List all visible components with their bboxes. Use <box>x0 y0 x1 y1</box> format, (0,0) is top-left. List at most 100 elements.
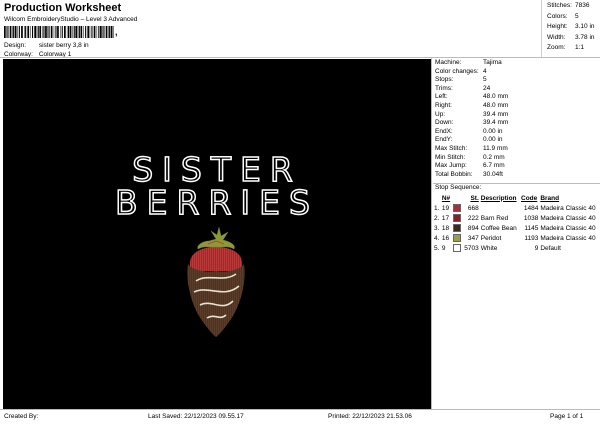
col-description: Description <box>480 194 517 202</box>
barcode-bar <box>105 26 108 38</box>
page-title: Production Worksheet <box>4 2 122 14</box>
stats-divider <box>541 0 542 57</box>
info-row: Machine: Tajima <box>435 59 502 66</box>
col-stitches: St. <box>470 194 479 202</box>
row-code: 1145 <box>524 224 539 232</box>
barcode-bar <box>96 26 98 38</box>
col-needle: N# <box>441 194 451 202</box>
info-row: Up: 39.4 mm <box>435 110 509 118</box>
barcode-bar <box>12 26 13 38</box>
strawberry-graphic <box>187 226 245 337</box>
row-description: Barn Red <box>480 214 509 222</box>
row-stitches: 222 <box>467 214 479 222</box>
barcode-bar <box>61 26 63 38</box>
barcode-bar <box>14 26 17 38</box>
barcode-bar <box>85 26 87 38</box>
barcode-bar <box>53 26 55 38</box>
barcode-bar <box>93 26 96 38</box>
row-index: 4. <box>434 234 440 242</box>
info-row: Left: 48.0 mm <box>435 93 509 101</box>
barcode-bar <box>50 26 53 38</box>
table-row: 3. 18 894 Coffee Bean 1145 Madeira Classic 40 <box>433 223 600 233</box>
strawberry-red-top <box>189 247 243 271</box>
row-code: 1193 <box>524 234 539 242</box>
row-brand: Madeira Classic 40 <box>540 224 596 232</box>
barcode-bar <box>91 26 93 38</box>
barcode-bar <box>102 26 103 38</box>
row-code: 9 <box>534 244 539 252</box>
design-text-berries: BERRIES <box>115 183 319 222</box>
color-swatch <box>452 244 461 252</box>
barcode-bar <box>21 26 23 38</box>
row-needle: 16 <box>441 234 450 242</box>
barcode-bar <box>9 26 12 38</box>
row-stitches: 347 <box>467 234 479 242</box>
barcode-bar <box>73 26 75 38</box>
stat-width: Width: 3.78 in <box>547 33 595 41</box>
stats-panel: Stitches: 7836 Colors: 5 Height: 3.10 in Wi… <box>544 2 600 55</box>
panel-divider <box>431 57 432 409</box>
barcode-bar <box>80 26 83 38</box>
row-brand: Madeira Classic 40 <box>540 234 596 242</box>
footer-divider <box>0 409 600 410</box>
design-artwork: SISTER BERRIES <box>114 149 319 337</box>
table-row: 1. 19 668 1484 Madeira Classic 40 <box>433 203 600 213</box>
row-description <box>480 203 520 213</box>
row-needle: 18 <box>441 224 450 232</box>
row-needle: 9 <box>441 244 446 252</box>
software-subtitle: Wilcom EmbroideryStudio – Level 3 Advanc… <box>4 16 138 23</box>
color-swatch <box>452 214 461 222</box>
table-row: 4. 16 347 Peridot 1193 Madeira Classic 40 <box>433 233 600 243</box>
last-saved: Last Saved: 22/12/2023 09.55.17 <box>148 413 244 420</box>
barcode-bar <box>72 26 73 38</box>
row-index: 1. <box>434 204 440 212</box>
barcode-bar <box>32 26 34 38</box>
barcode-bar <box>98 26 100 38</box>
barcode-bar <box>45 26 47 38</box>
info-row: Trims: 24 <box>435 84 491 92</box>
barcode-bar <box>69 26 72 38</box>
barcode-bar <box>83 26 84 38</box>
color-swatch <box>452 224 461 232</box>
col-index <box>433 193 441 203</box>
stop-sequence-title: Stop Sequence: <box>435 184 482 191</box>
barcode-bar <box>100 26 102 38</box>
info-row: EndY: 0.00 in <box>435 136 503 144</box>
info-row: Down: 39.4 mm <box>435 119 509 127</box>
design-value: sister berry 3,8 in <box>38 42 89 49</box>
info-row: Total Bobbin: 30.04ft <box>435 170 503 178</box>
barcode-bar <box>55 26 57 38</box>
row-description: White <box>480 244 498 252</box>
stat-colors: Colors: 5 <box>547 12 579 20</box>
row-description: Peridot <box>480 234 502 242</box>
barcode-bar <box>87 26 90 38</box>
barcode-bar <box>17 26 18 38</box>
table-header-row: N# St. Description Code Brand <box>433 193 600 203</box>
row-swatch <box>452 203 463 213</box>
stat-zoom: Zoom: 1:1 <box>547 44 585 51</box>
barcode-bar <box>36 26 38 38</box>
strawberry-chocolate <box>187 264 245 337</box>
row-brand: Madeira Classic 40 <box>540 204 596 212</box>
header-divider <box>0 57 600 58</box>
barcode-bar <box>108 26 109 38</box>
row-stitches: 894 <box>467 224 479 232</box>
barcode-bar <box>66 26 68 38</box>
info-row: Min Stitch: 0.2 mm <box>435 153 505 161</box>
barcode-bar <box>78 26 80 38</box>
row-brand: Madeira Classic 40 <box>540 214 596 222</box>
barcode-bar <box>13 26 15 38</box>
barcode-bar <box>113 26 114 38</box>
barcode-bar <box>110 26 113 38</box>
design-preview: SISTER BERRIES <box>3 59 431 409</box>
barcode-bar <box>75 26 78 38</box>
row-index: 2. <box>434 214 440 222</box>
barcode-bar <box>57 26 59 38</box>
color-swatch <box>452 204 461 212</box>
row-stitches: 668 <box>467 204 479 212</box>
barcode-suffix: , <box>115 27 118 37</box>
row-needle: 17 <box>441 214 450 222</box>
stat-stitches: Stitches: 7836 <box>547 2 590 9</box>
row-description: Coffee Bean <box>480 224 517 232</box>
row-swatch <box>452 233 463 243</box>
